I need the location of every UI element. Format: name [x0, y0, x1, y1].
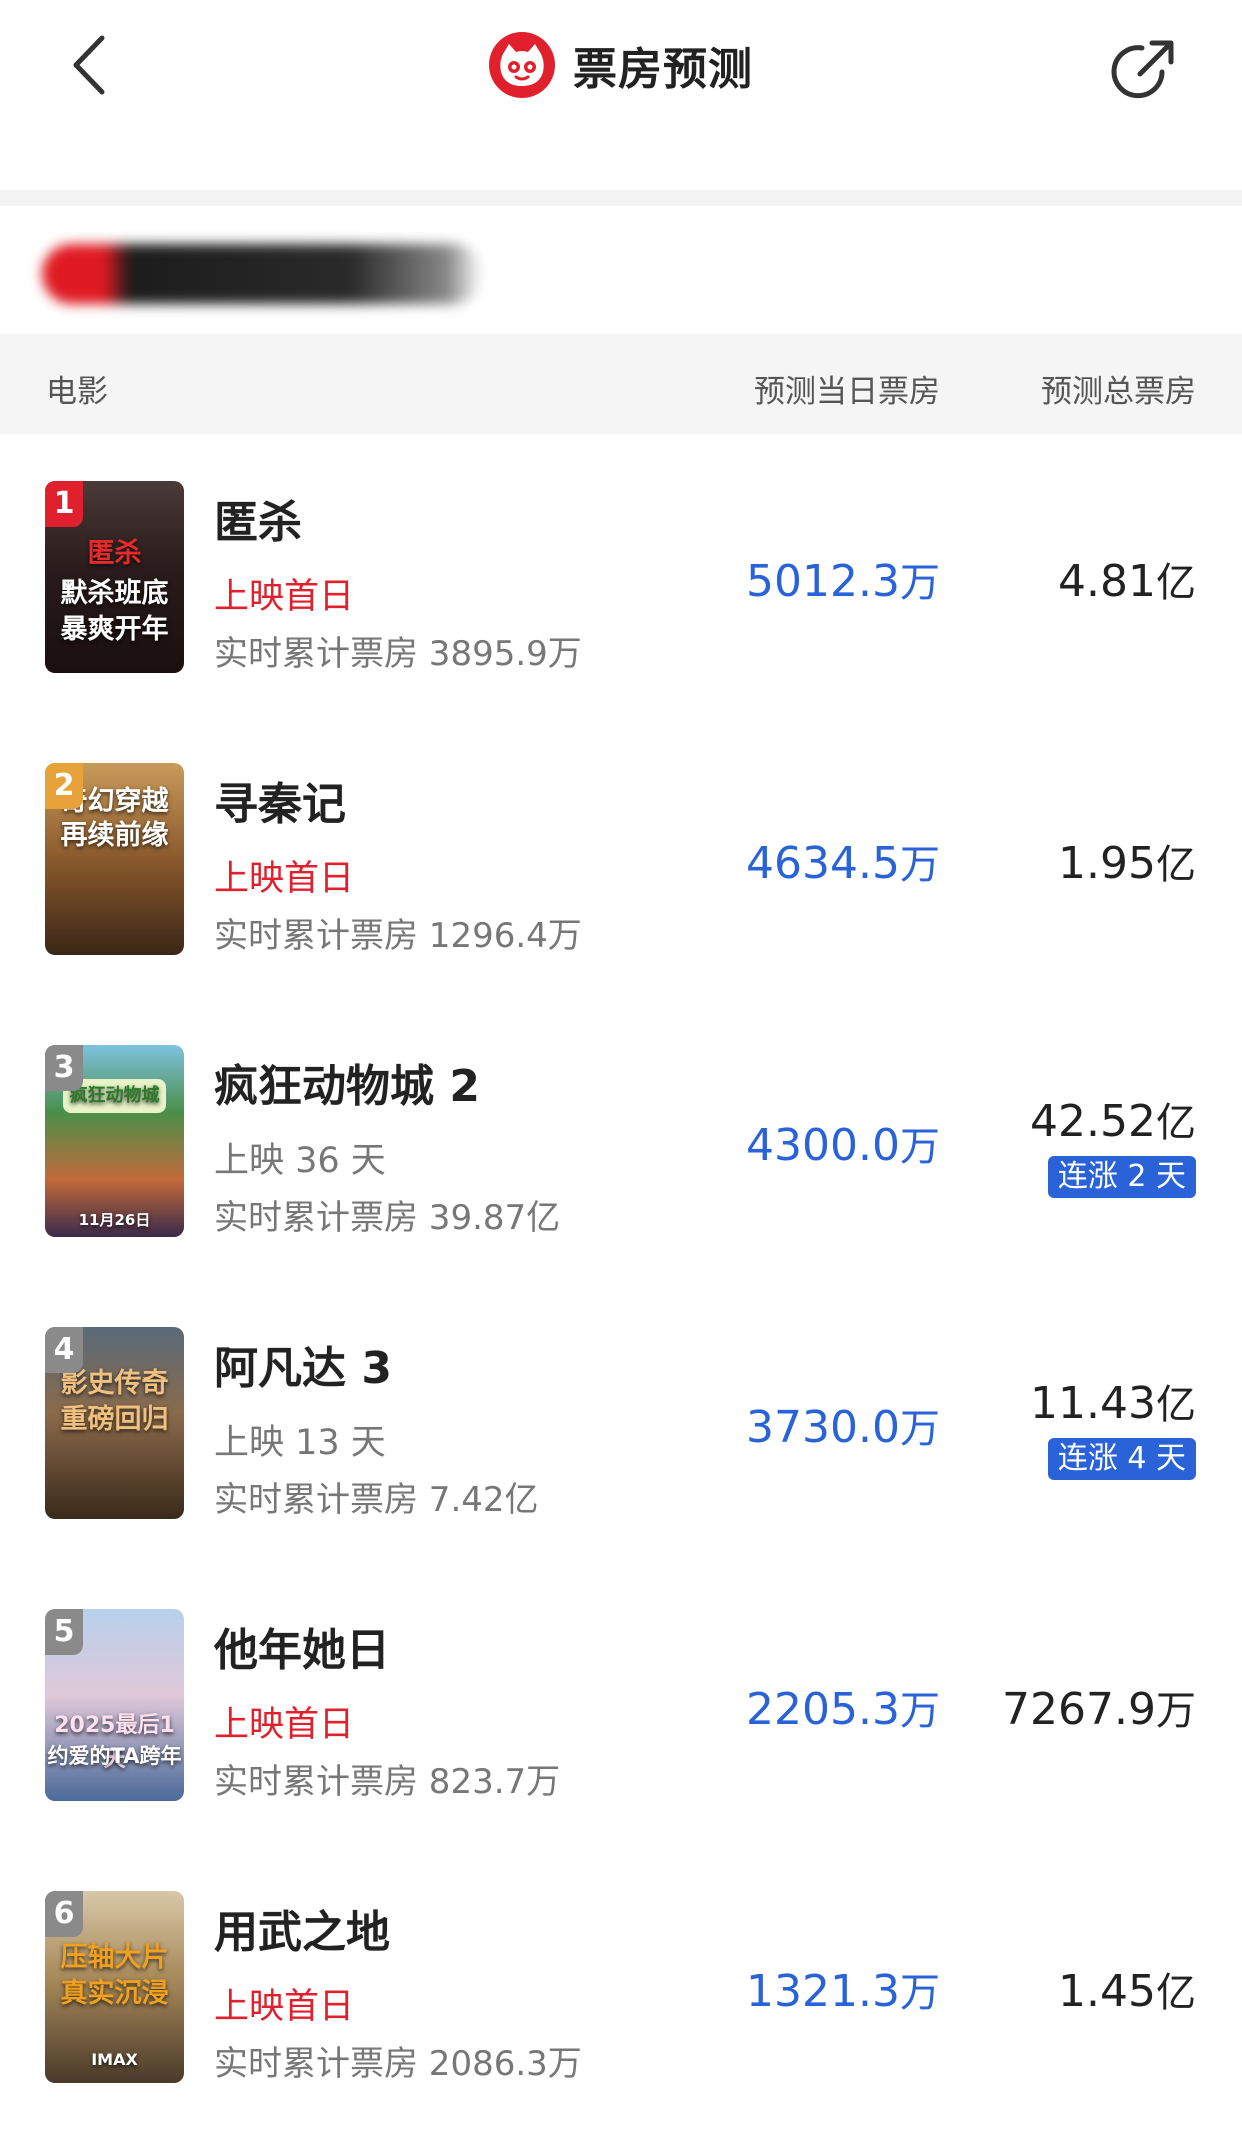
title-group: 票房预测 [0, 32, 1242, 98]
column-header-total: 预测总票房 [1041, 374, 1196, 410]
release-status: 上映 36 天 [214, 1141, 386, 1181]
subtitle-row [0, 206, 1242, 334]
rank-badge: 1 [45, 481, 83, 527]
poster-text: 匿杀 [87, 538, 142, 569]
cumulative-box-office: 实时累计票房 7.42亿 [214, 1480, 539, 1520]
release-status: 上映 13 天 [214, 1423, 386, 1463]
rank-badge: 5 [45, 1609, 83, 1655]
movie-row[interactable]: 奇幻穿越 再续前缘 2 寻秦记 上映首日 实时累计票房 1296.4万 4634… [0, 716, 1242, 998]
divider [0, 190, 1242, 206]
predicted-total-box-office: 4.81亿 [1058, 556, 1196, 607]
cumulative-box-office: 实时累计票房 823.7万 [214, 1762, 561, 1802]
predicted-daily-box-office: 5012.3万 [746, 556, 940, 607]
release-status: 上映首日 [214, 577, 355, 617]
movie-title: 他年她日 [214, 1625, 390, 1676]
predicted-daily-box-office: 4300.0万 [746, 1120, 940, 1171]
rising-streak-badge: 连涨 2 天 [1047, 1156, 1196, 1198]
share-icon [1111, 40, 1174, 99]
movie-title: 匿杀 [214, 497, 302, 548]
rising-streak-badge: 连涨 4 天 [1047, 1438, 1196, 1480]
movie-row[interactable]: 影史传奇 重磅回归 4 阿凡达 3 上映 13 天 实时累计票房 7.42亿 3… [0, 1280, 1242, 1562]
cumulative-box-office: 实时累计票房 39.87亿 [214, 1198, 561, 1238]
predicted-total-box-office: 42.52亿 [1030, 1096, 1196, 1147]
maoyan-cat-logo [489, 32, 555, 98]
redacted-text [42, 244, 482, 304]
predicted-daily-box-office: 3730.0万 [746, 1402, 940, 1453]
poster-text: 默杀班底 [60, 578, 169, 609]
poster-text: 重磅回归 [60, 1404, 169, 1435]
poster-text: 再续前缘 [60, 820, 169, 851]
page-title: 票房预测 [573, 44, 753, 95]
predicted-total-box-office: 1.45亿 [1058, 1966, 1196, 2017]
poster-text: IMAX [91, 2050, 138, 2069]
poster-text: 压轴大片 [60, 1942, 169, 1973]
cumulative-box-office: 实时累计票房 2086.3万 [214, 2044, 582, 2084]
poster-text: 约爱的TA跨年 [47, 1744, 182, 1768]
movie-row[interactable]: 匿杀 默杀班底 暴爽开年 1 匿杀 上映首日 实时累计票房 3895.9万 50… [0, 434, 1242, 716]
poster-text: 11月26日 [78, 1211, 151, 1229]
nav-bar: 票房预测 [0, 0, 1242, 190]
share-button[interactable] [1110, 34, 1180, 104]
movie-row[interactable]: 压轴大片 真实沉浸 IMAX 6 用武之地 上映首日 实时累计票房 2086.3… [0, 1844, 1242, 2126]
rank-badge: 6 [45, 1891, 83, 1937]
movie-title: 寻秦记 [214, 779, 346, 830]
column-header-movie: 电影 [46, 374, 108, 410]
rank-badge: 4 [45, 1327, 83, 1373]
predicted-total-box-office: 11.43亿 [1030, 1378, 1196, 1429]
rank-badge: 3 [45, 1045, 83, 1091]
release-status: 上映首日 [214, 1987, 355, 2027]
table-header: 电影 预测当日票房 预测总票房 [0, 334, 1242, 434]
predicted-total-box-office: 1.95亿 [1058, 838, 1196, 889]
cumulative-box-office: 实时累计票房 3895.9万 [214, 634, 582, 674]
predicted-total-box-office: 7267.9万 [1002, 1684, 1196, 1735]
predicted-daily-box-office: 2205.3万 [746, 1684, 940, 1735]
movie-row[interactable]: 2025最后1天 约爱的TA跨年 5 他年她日 上映首日 实时累计票房 823.… [0, 1562, 1242, 1844]
rank-badge: 2 [45, 763, 83, 809]
predicted-daily-box-office: 4634.5万 [746, 838, 940, 889]
cumulative-box-office: 实时累计票房 1296.4万 [214, 916, 582, 956]
poster-text: 暴爽开年 [60, 614, 169, 645]
movie-list: 匿杀 默杀班底 暴爽开年 1 匿杀 上映首日 实时累计票房 3895.9万 50… [0, 434, 1242, 2126]
predicted-daily-box-office: 1321.3万 [746, 1966, 940, 2017]
poster-text: 真实沉浸 [60, 1978, 169, 2009]
column-header-daily: 预测当日票房 [754, 374, 940, 410]
movie-title: 用武之地 [214, 1907, 390, 1958]
movie-title: 阿凡达 3 [214, 1343, 392, 1394]
release-status: 上映首日 [214, 1705, 355, 1745]
movie-row[interactable]: 疯狂动物城 11月26日 3 疯狂动物城 2 上映 36 天 实时累计票房 39… [0, 998, 1242, 1280]
release-status: 上映首日 [214, 859, 355, 899]
movie-title: 疯狂动物城 2 [214, 1061, 480, 1112]
